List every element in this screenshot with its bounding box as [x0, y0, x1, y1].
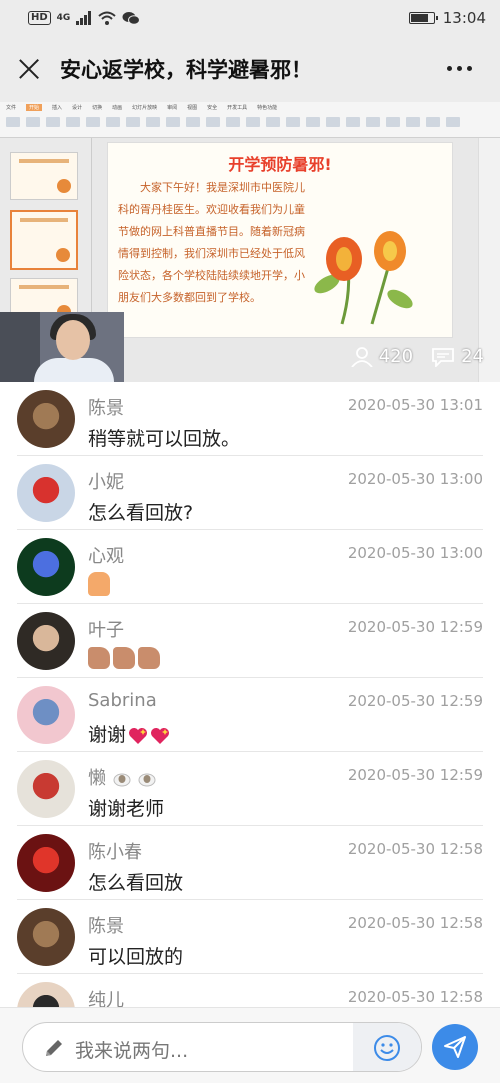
comment-input[interactable]: 我来说两句...: [22, 1022, 422, 1072]
comment-text: [88, 572, 112, 596]
pencil-icon: [46, 1040, 62, 1056]
comments-count: 24: [461, 346, 484, 367]
comment-text: 稍等就可以回放。: [88, 428, 241, 450]
comment-text: 谢谢: [88, 720, 170, 747]
sheep-icon: [113, 773, 131, 787]
comment-time: 2020-05-30 12:58: [347, 840, 483, 858]
slide-title: 开学预防暑邪!: [228, 155, 332, 174]
comment-time: 2020-05-30 13:00: [347, 470, 483, 488]
viewers-icon: [351, 346, 373, 367]
battery-icon: [408, 12, 438, 24]
comment-author: 纯儿: [88, 990, 124, 1007]
emoji-button[interactable]: [353, 1023, 421, 1071]
comment-time: 2020-05-30 13:00: [347, 544, 483, 562]
comment-time: 2020-05-30 12:58: [347, 988, 483, 1006]
page-title: 安心返学校，科学避暑邪！: [60, 58, 312, 82]
thumbs-up-icon: [88, 646, 110, 669]
comment-item: 小妮 2020-05-30 13:00 怎么看回放?: [0, 456, 500, 530]
comment-text: 谢谢老师: [88, 798, 165, 820]
sheep-icon: [138, 773, 156, 787]
current-slide: 开学预防暑邪! 大家下午好！我是深圳市中医院儿科的胥丹桂医生。欢迎收看我们为儿童…: [107, 142, 453, 338]
avatar[interactable]: [17, 464, 75, 522]
folded-hands-icon: [88, 572, 110, 596]
comment-author: 陈景: [88, 398, 124, 419]
comment-icon: [432, 347, 454, 367]
comment-author: 陈景: [88, 916, 124, 937]
send-icon: [444, 1036, 466, 1058]
comment-item: 心观 2020-05-30 13:00: [0, 530, 500, 604]
avatar[interactable]: [17, 612, 75, 670]
status-right: 13:04: [408, 9, 486, 27]
avatar[interactable]: [17, 908, 75, 966]
thumbs-up-icon: [113, 646, 135, 669]
status-bar: HD 4G 13:04: [0, 0, 500, 36]
smiley-icon: [374, 1035, 400, 1061]
title-bar: 安心返学校，科学避暑邪！: [0, 36, 500, 102]
comments-list[interactable]: 陈景 2020-05-30 13:01 稍等就可以回放。 小妮 2020-05-…: [0, 382, 500, 1007]
slide-thumbnail-selected: [10, 210, 78, 270]
avatar[interactable]: [17, 686, 75, 744]
comment-item: 懒 2020-05-30 12:59 谢谢老师: [0, 752, 500, 826]
comment-author: Sabrina: [88, 690, 157, 711]
comment-item: Sabrina 2020-05-30 12:59 谢谢: [0, 678, 500, 752]
comments-stat: 24: [431, 346, 484, 367]
hd-badge: HD: [28, 11, 51, 25]
comment-text: 怎么看回放?: [88, 502, 194, 524]
status-left: HD 4G: [28, 11, 141, 25]
network-label: 4G: [56, 13, 71, 23]
sparkling-heart-icon: [129, 727, 148, 744]
more-options-icon[interactable]: [447, 66, 472, 71]
comment-text: [88, 646, 163, 669]
avatar[interactable]: [17, 982, 75, 1007]
ribbon-tabs: 文件 开始 插入 设计 切换 动画 幻灯片放映 审阅 视图 安全 开发工具 特色功能: [6, 104, 278, 111]
slide-thumbnail: [10, 152, 78, 200]
comment-input-placeholder: 我来说两句...: [75, 1040, 189, 1062]
comment-text-label: 谢谢: [88, 724, 127, 746]
comment-time: 2020-05-30 12:59: [347, 692, 483, 710]
comment-input-bar: 我来说两句...: [0, 1007, 500, 1083]
comment-item: 陈景 2020-05-30 13:01 稍等就可以回放。: [0, 382, 500, 456]
avatar[interactable]: [17, 538, 75, 596]
presentation-ribbon: 文件 开始 插入 设计 切换 动画 幻灯片放映 审阅 视图 安全 开发工具 特色功能: [0, 102, 500, 138]
viewers-stat: 420: [351, 346, 413, 367]
thumbs-up-icon: [138, 646, 160, 669]
comment-time: 2020-05-30 12:58: [347, 914, 483, 932]
flower-illustration-icon: [314, 231, 413, 325]
comment-author: 心观: [88, 546, 124, 567]
live-stats: 420 24: [351, 346, 484, 367]
sparkling-heart-icon: [151, 727, 170, 744]
comment-author: 陈小春: [88, 842, 142, 863]
ribbon-tools: [0, 113, 500, 131]
comment-author: 懒: [88, 764, 157, 790]
wifi-icon: [98, 11, 116, 25]
avatar[interactable]: [17, 390, 75, 448]
live-video-player[interactable]: 文件 开始 插入 设计 切换 动画 幻灯片放映 审阅 视图 安全 开发工具 特色功能 开学预防暑邪! …: [0, 102, 500, 382]
avatar[interactable]: [17, 834, 75, 892]
comment-author: 叶子: [88, 620, 124, 641]
comment-time: 2020-05-30 12:59: [347, 766, 483, 784]
comment-time: 2020-05-30 12:59: [347, 618, 483, 636]
viewers-count: 420: [378, 346, 414, 367]
comment-time: 2020-05-30 13:01: [347, 396, 483, 414]
comment-item: 纯儿 2020-05-30 12:58: [0, 974, 500, 1007]
wechat-icon: [122, 12, 141, 25]
close-icon[interactable]: [16, 56, 42, 82]
comment-item: 叶子 2020-05-30 12:59: [0, 604, 500, 678]
status-time: 13:04: [442, 9, 486, 27]
comment-text: 怎么看回放: [88, 872, 184, 894]
slide-body: 大家下午好！我是深圳市中医院儿科的胥丹桂医生。欢迎收看我们为儿童节做的网上科普直…: [118, 181, 305, 304]
presenter-camera: [0, 312, 124, 382]
comment-text: 可以回放的: [88, 946, 184, 968]
comment-item: 陈景 2020-05-30 12:58 可以回放的: [0, 900, 500, 974]
signal-icon: [76, 11, 92, 25]
send-button[interactable]: [432, 1024, 478, 1070]
comment-item: 陈小春 2020-05-30 12:58 怎么看回放: [0, 826, 500, 900]
avatar[interactable]: [17, 760, 75, 818]
comment-author: 小妮: [88, 472, 124, 493]
comment-author-label: 懒: [88, 768, 106, 789]
